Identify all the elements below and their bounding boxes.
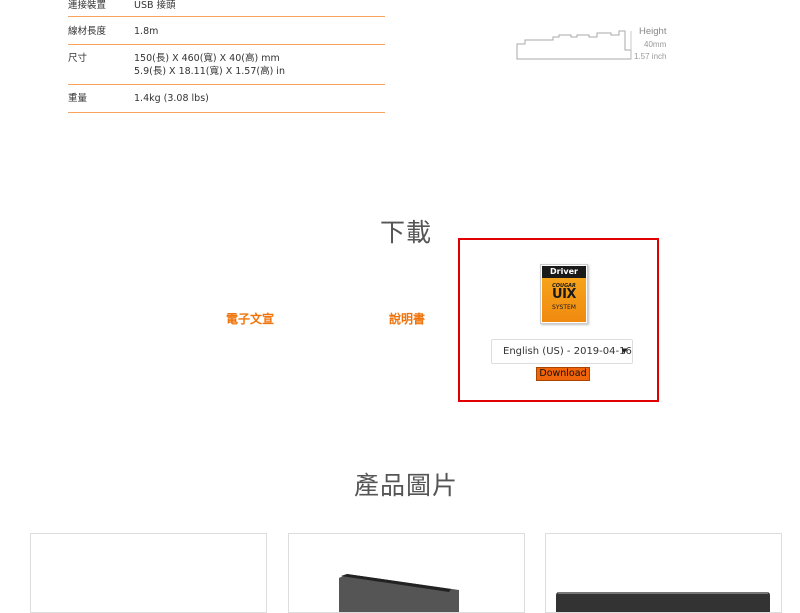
spec-value-line: 5.9(長) X 18.11(寬) X 1.57(高) in: [134, 66, 285, 77]
height-mm: 40mm: [644, 40, 667, 49]
caret-down-icon: ▼: [621, 347, 627, 355]
product-image-card[interactable]: [545, 533, 782, 613]
driver-version-select[interactable]: English (US) - 2019-04-16 ▼: [491, 339, 633, 364]
driver-download-button[interactable]: Download: [536, 367, 590, 381]
product-image-card[interactable]: [30, 533, 267, 613]
manual-link[interactable]: 說明書: [389, 310, 425, 327]
driver-version-value: English (US) - 2019-04-16: [503, 346, 632, 357]
spec-value: USB 接頭: [134, 0, 176, 11]
product-photo-keyboard-angle: [339, 574, 459, 612]
product-image-card[interactable]: [288, 533, 525, 613]
specs-table: 連接裝置 USB 接頭 線材長度 1.8m 尺寸 150(長) X 460(寬)…: [68, 0, 385, 113]
driver-download-box: Driver COUGAR UIX SYSTEM English (US) - …: [458, 238, 659, 402]
height-inch: 1.57 inch: [634, 52, 667, 61]
spec-key: 重量: [68, 93, 88, 104]
spec-key: 線材長度: [68, 26, 107, 37]
spec-key: 連接裝置: [68, 0, 107, 11]
product-photo-keyboard-top: [556, 592, 770, 612]
keyboard-side-outline-icon: [516, 30, 632, 60]
keyboard-height-diagram: Height 40mm 1.57 inch: [515, 26, 675, 66]
brochure-link[interactable]: 電子文宣: [226, 310, 274, 327]
download-section-title: 下載: [379, 218, 432, 247]
spec-value: 1.8m: [134, 26, 159, 37]
logo-uix-text: UIX: [552, 287, 576, 302]
uix-driver-logo-icon: Driver COUGAR UIX SYSTEM: [540, 264, 588, 324]
spec-value-line: 150(長) X 460(寬) X 40(高) mm: [134, 53, 280, 64]
spec-row-dimensions: 尺寸 150(長) X 460(寬) X 40(高) mm 5.9(長) X 1…: [68, 45, 385, 85]
spec-row-cable: 線材長度 1.8m: [68, 17, 385, 45]
spec-row-weight: 重量 1.4kg (3.08 lbs): [68, 85, 385, 113]
spec-row-connector: 連接裝置 USB 接頭: [68, 0, 385, 17]
logo-system-text: SYSTEM: [552, 304, 576, 311]
logo-driver-label: Driver: [542, 266, 586, 278]
spec-value: 150(長) X 460(寬) X 40(高) mm 5.9(長) X 18.1…: [134, 45, 385, 84]
height-label: Height: [639, 26, 667, 37]
gallery-section-title: 產品圖片: [353, 471, 458, 500]
spec-key: 尺寸: [68, 53, 88, 64]
logo-body: COUGAR UIX SYSTEM: [542, 278, 586, 322]
spec-value: 1.4kg (3.08 lbs): [134, 93, 209, 104]
